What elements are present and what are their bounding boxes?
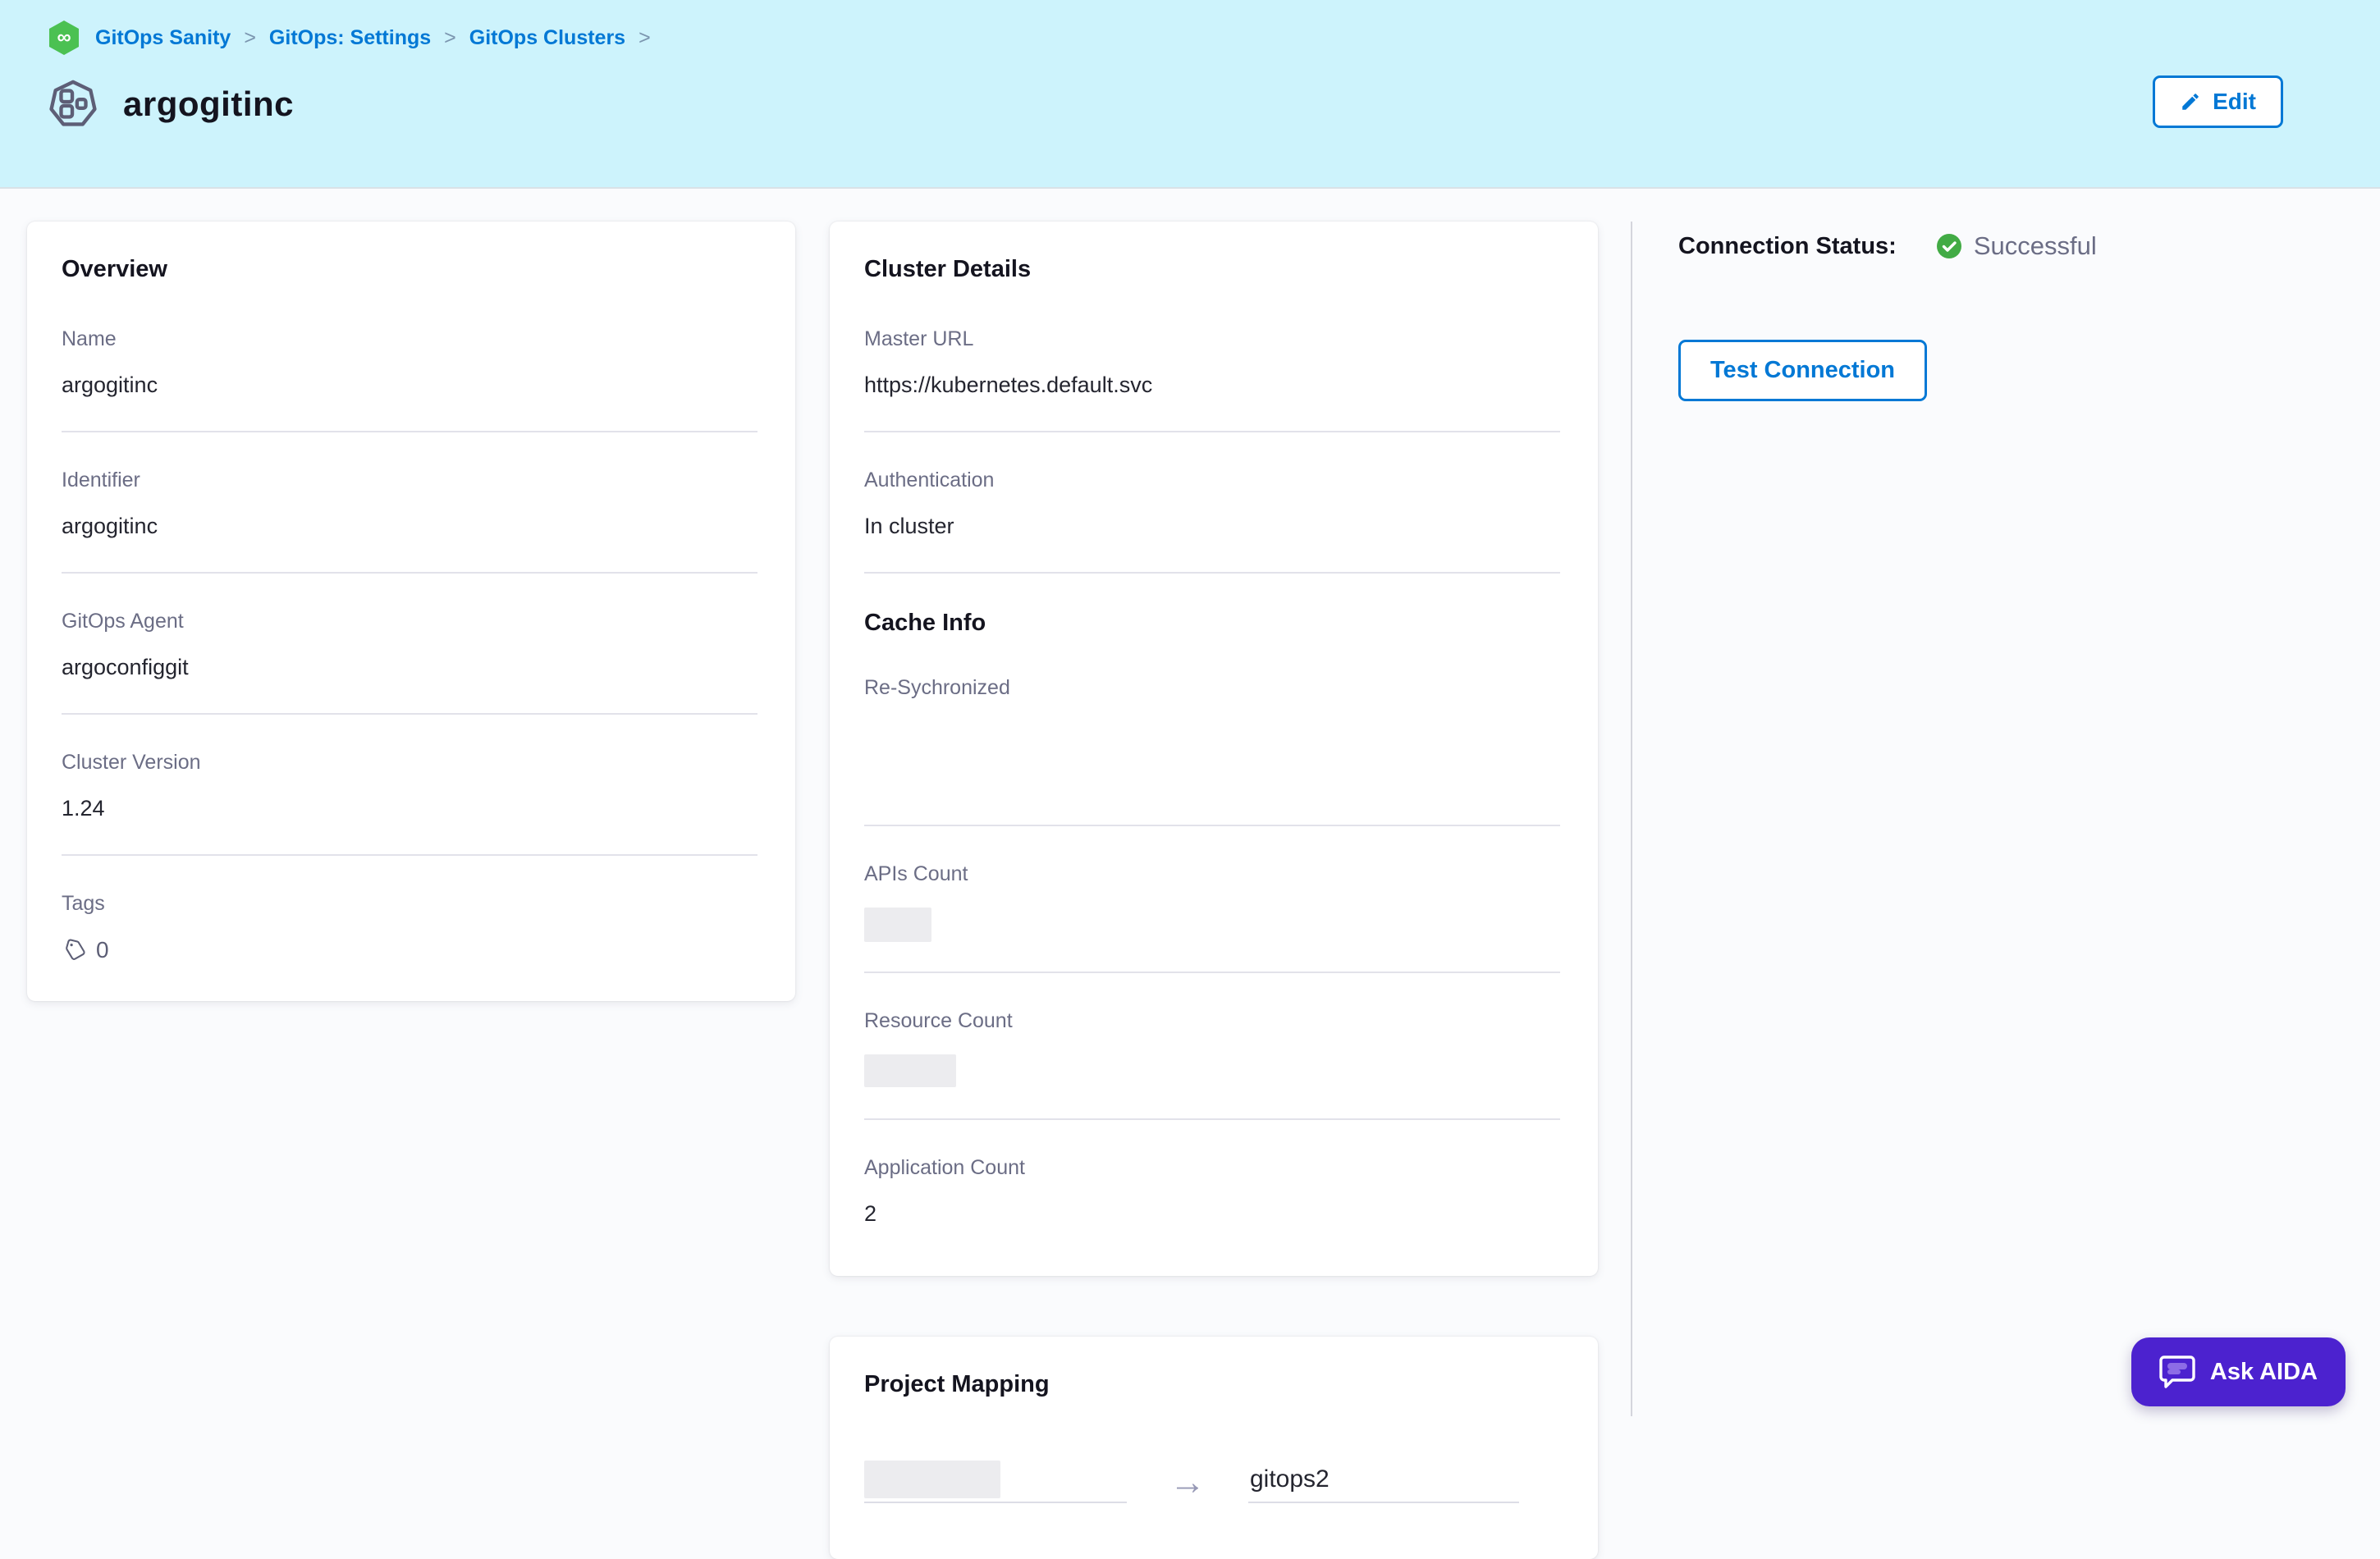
project-mapping-row: → gitops2 — [864, 1461, 1560, 1503]
overview-card: Overview Name argogitinc Identifier argo… — [27, 222, 795, 1001]
field-value-name: argogitinc — [62, 373, 757, 398]
cluster-icon — [48, 79, 98, 130]
breadcrumb-link-gitops-sanity[interactable]: GitOps Sanity — [95, 26, 231, 50]
ask-aida-button[interactable]: Ask AIDA — [2131, 1337, 2346, 1406]
test-connection-button[interactable]: Test Connection — [1678, 340, 1927, 401]
field-value-authentication: In cluster — [864, 514, 1560, 539]
divider — [62, 572, 757, 574]
arrow-right-icon: → — [1169, 1468, 1206, 1503]
svg-text:∞: ∞ — [57, 26, 71, 48]
page-title: argogitinc — [123, 85, 294, 124]
field-value-identifier: argogitinc — [62, 514, 757, 539]
field-label-application-count: Application Count — [864, 1156, 1560, 1180]
title-row: argogitinc — [48, 79, 2331, 130]
connection-status-label: Connection Status: — [1678, 233, 1897, 260]
field-value-gitops-agent: argoconfiggit — [62, 655, 757, 680]
field-label-cluster-version: Cluster Version — [62, 751, 757, 775]
divider — [864, 1118, 1560, 1120]
divider — [864, 972, 1560, 973]
field-label-resource-count: Resource Count — [864, 1009, 1560, 1033]
connection-status-row: Connection Status: Successful — [1678, 231, 2380, 261]
success-check-icon — [1936, 233, 1962, 259]
tag-icon — [62, 938, 86, 962]
mapping-source-skeleton — [864, 1461, 1000, 1498]
tags-count: 0 — [96, 937, 109, 963]
field-label-resynchronized: Re-Sychronized — [864, 676, 1560, 700]
field-label-master-url: Master URL — [864, 327, 1560, 351]
field-label-identifier: Identifier — [62, 469, 757, 492]
cache-info-heading: Cache Info — [864, 610, 1560, 637]
divider — [62, 854, 757, 856]
field-value-resynchronized — [864, 721, 1560, 792]
cluster-details-heading: Cluster Details — [864, 256, 1560, 283]
field-label-authentication: Authentication — [864, 469, 1560, 492]
breadcrumb-link-gitops-settings[interactable]: GitOps: Settings — [269, 26, 431, 50]
breadcrumb-link-gitops-clusters[interactable]: GitOps Clusters — [469, 26, 625, 50]
pencil-icon — [2180, 91, 2201, 112]
edit-button-label: Edit — [2213, 89, 2256, 115]
field-label-tags: Tags — [62, 892, 757, 916]
breadcrumb-separator: > — [442, 26, 458, 50]
apis-count-skeleton — [864, 908, 931, 942]
field-value-application-count: 2 — [864, 1201, 1560, 1227]
mapping-source-field — [864, 1461, 1127, 1503]
gitops-project-icon: ∞ — [48, 20, 80, 56]
divider — [864, 572, 1560, 574]
field-label-apis-count: APIs Count — [864, 862, 1560, 886]
project-mapping-card: Project Mapping → gitops2 — [830, 1337, 1598, 1559]
divider — [864, 431, 1560, 432]
main-content: Overview Name argogitinc Identifier argo… — [0, 189, 2380, 1416]
breadcrumb-separator: > — [242, 26, 258, 50]
mapping-target-field: gitops2 — [1248, 1465, 1519, 1503]
edit-button[interactable]: Edit — [2153, 75, 2283, 128]
page-header: ∞ GitOps Sanity > GitOps: Settings > Git… — [0, 0, 2380, 189]
field-label-name: Name — [62, 327, 757, 351]
overview-heading: Overview — [62, 256, 757, 283]
divider — [62, 713, 757, 715]
field-label-gitops-agent: GitOps Agent — [62, 610, 757, 633]
connection-panel: Connection Status: Successful Test Conne… — [1631, 222, 2380, 1416]
breadcrumb-separator: > — [637, 26, 652, 50]
field-value-master-url: https://kubernetes.default.svc — [864, 373, 1560, 398]
project-mapping-heading: Project Mapping — [864, 1371, 1560, 1398]
resource-count-skeleton — [864, 1054, 956, 1087]
breadcrumb: ∞ GitOps Sanity > GitOps: Settings > Git… — [48, 20, 2331, 56]
cluster-details-card: Cluster Details Master URL https://kuber… — [830, 222, 1598, 1276]
tags-row: 0 — [62, 937, 757, 963]
ask-aida-label: Ask AIDA — [2210, 1359, 2318, 1386]
divider — [864, 825, 1560, 826]
chat-bubble-icon — [2159, 1356, 2195, 1388]
connection-status-value: Successful — [1974, 231, 2097, 261]
field-value-cluster-version: 1.24 — [62, 796, 757, 821]
divider — [62, 431, 757, 432]
